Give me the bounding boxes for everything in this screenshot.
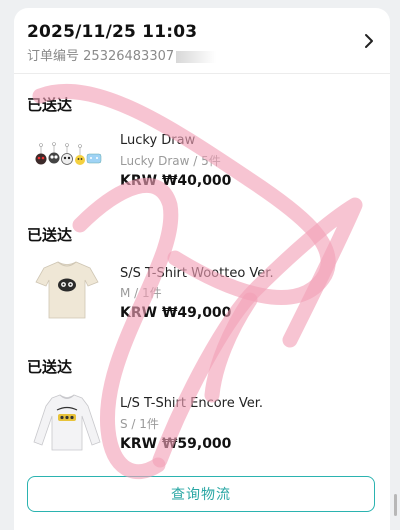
item-name: L/S T-Shirt Encore Ver. — [120, 396, 264, 411]
order-card: 2025/11/25 11:03 订单编号 25326483307 已送达 Lu… — [14, 8, 390, 530]
track-shipment-button[interactable]: 查询物流 — [27, 476, 375, 512]
delivery-status: 已送达 — [27, 226, 73, 244]
order-number-row: 订单编号 25326483307 — [27, 45, 217, 64]
lucky-draw-thumbnail — [35, 142, 102, 165]
order-number-label: 订单编号 — [27, 49, 80, 64]
order-item[interactable]: 已送达 L/S T-Shirt Encore Ver. S / 1件 KRW ₩… — [14, 356, 390, 476]
longsleeve-thumbnail — [33, 394, 101, 451]
chevron-right-icon[interactable] — [362, 32, 376, 50]
order-number-value: 25326483307 — [83, 49, 175, 64]
redaction-fade — [176, 50, 217, 63]
item-name: S/S T-Shirt Wootteo Ver. — [120, 266, 274, 281]
scrollbar[interactable] — [394, 494, 397, 516]
order-header[interactable]: 2025/11/25 11:03 订单编号 25326483307 — [14, 8, 390, 74]
item-price: KRW ₩49,000 — [120, 305, 232, 321]
order-item[interactable]: 已送达 S/S T-Shirt Wootteo Ver. M / 1件 KRW … — [14, 224, 390, 344]
delivery-status: 已送达 — [27, 96, 73, 114]
item-variant: S / 1件 — [120, 417, 159, 431]
item-variant: M / 1件 — [120, 286, 162, 300]
order-datetime: 2025/11/25 11:03 — [27, 22, 198, 42]
item-name: Lucky Draw — [120, 133, 196, 148]
item-price: KRW ₩40,000 — [120, 173, 232, 189]
item-price: KRW ₩59,000 — [120, 436, 232, 452]
delivery-status: 已送达 — [27, 358, 73, 376]
order-item[interactable]: 已送达 Lucky Draw Lucky Draw / 5件 KRW ₩40,0… — [14, 94, 390, 214]
tshirt-thumbnail — [35, 261, 99, 319]
item-variant: Lucky Draw / 5件 — [120, 154, 221, 168]
